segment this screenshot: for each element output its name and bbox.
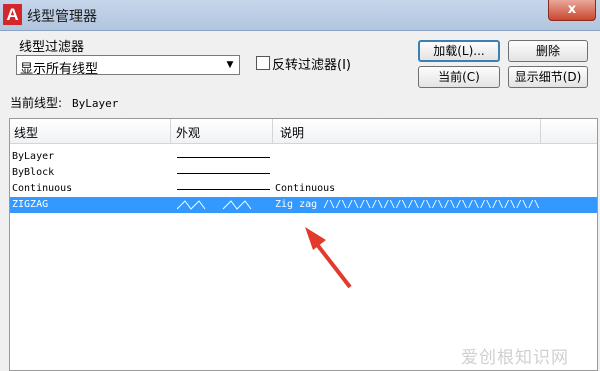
annotation-arrow-icon (305, 227, 352, 289)
watermark: 爱创根知识网 (461, 348, 569, 368)
